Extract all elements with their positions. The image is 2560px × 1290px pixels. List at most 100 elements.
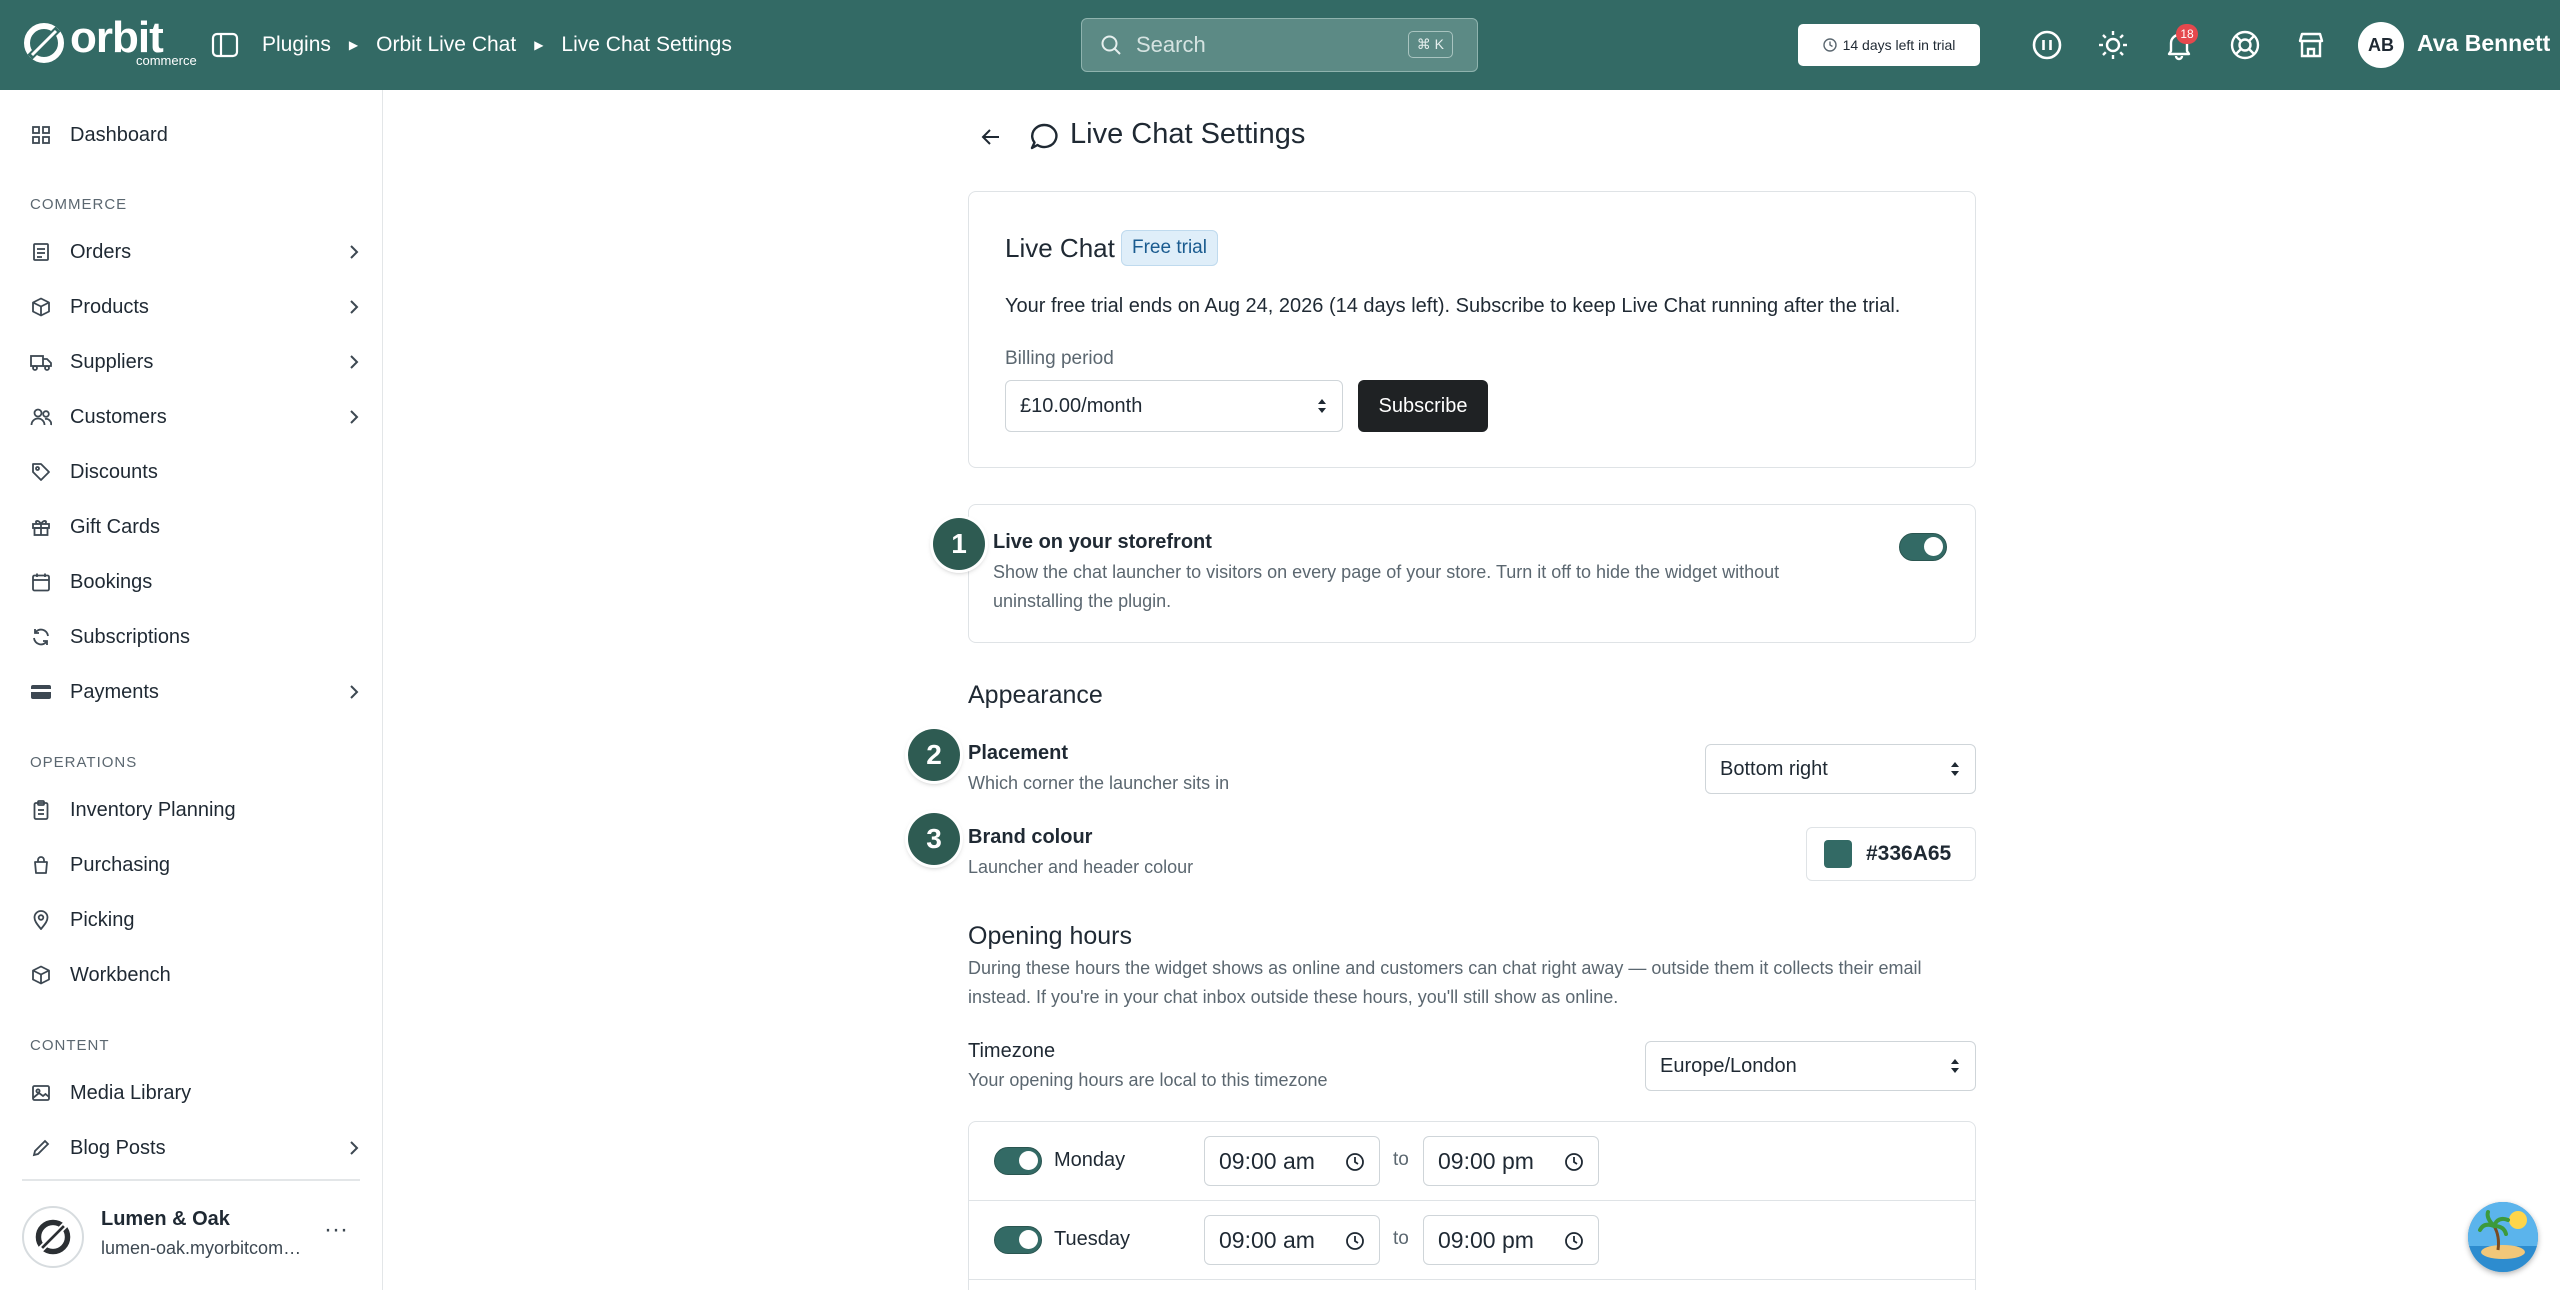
subscribe-button[interactable]: Subscribe: [1358, 380, 1488, 432]
notification-badge: 18: [2176, 24, 2198, 44]
closing-time-input[interactable]: 09:00 pm: [1423, 1215, 1599, 1265]
search-input[interactable]: [1136, 32, 1396, 58]
sidebar-item-products[interactable]: Products: [30, 287, 360, 327]
billing-period-select[interactable]: £10.00/month: [1005, 380, 1343, 432]
sidebar-item-label: Gift Cards: [70, 515, 161, 538]
chat-bubble-icon: [1028, 121, 1060, 158]
truck-icon: [30, 351, 52, 373]
day-enabled-toggle[interactable]: [994, 1147, 1042, 1175]
breadcrumb-plugins[interactable]: Plugins: [262, 33, 331, 57]
sidebar-section-content: CONTENT: [30, 1037, 110, 1054]
opening-time-input[interactable]: 09:00 am: [1204, 1215, 1380, 1265]
sidebar-item-inventory-planning[interactable]: Inventory Planning: [30, 790, 360, 830]
sidebar-item-label: Discounts: [70, 460, 158, 483]
user-avatar[interactable]: AB: [2358, 22, 2404, 68]
back-arrow-icon[interactable]: [976, 122, 1006, 152]
user-name[interactable]: Ava Bennett: [2417, 30, 2550, 57]
sidebar-item-label: Orders: [70, 240, 132, 263]
store-more-menu-icon[interactable]: ···: [324, 1216, 348, 1244]
sidebar-item-workbench[interactable]: Workbench: [30, 955, 360, 995]
sun-icon[interactable]: [2095, 27, 2131, 63]
plan-card-title: Live Chat: [1005, 233, 1115, 263]
calendar-icon: [30, 571, 52, 593]
storefront-title: Live on your storefront: [993, 531, 1212, 553]
breadcrumb-separator-icon: ▶: [348, 38, 359, 52]
image-icon: [30, 1082, 52, 1104]
opening-hours-table: Monday 09:00 am to 09:00 pm Tuesday 09:0…: [968, 1121, 1976, 1290]
sidebar-item-discounts[interactable]: Discounts: [30, 452, 360, 492]
sidebar-item-media-library[interactable]: Media Library: [30, 1073, 360, 1113]
sidebar-item-purchasing[interactable]: Purchasing: [30, 845, 360, 885]
opening-hours-heading: Opening hours: [968, 922, 1133, 950]
appearance-heading: Appearance: [968, 681, 1103, 709]
chevron-right-icon: [350, 685, 359, 699]
store-icon[interactable]: [2293, 27, 2329, 63]
hours-row-monday: Monday 09:00 am to 09:00 pm: [969, 1122, 1975, 1201]
clock-icon: [1822, 38, 1837, 52]
clock-icon[interactable]: [1564, 1231, 1584, 1251]
opening-time-input[interactable]: 09:00 am: [1204, 1136, 1380, 1186]
sidebar-item-label: Dashboard: [70, 123, 168, 146]
breadcrumb-orbit-live-chat[interactable]: Orbit Live Chat: [376, 33, 516, 57]
billing-period-value: £10.00/month: [1020, 394, 1143, 417]
to-label: to: [1393, 1228, 1409, 1249]
sidebar-item-customers[interactable]: Customers: [30, 397, 360, 437]
store-name[interactable]: Lumen & Oak: [101, 1208, 230, 1231]
step-marker-2: 2: [908, 729, 960, 781]
pause-circle-icon[interactable]: [2029, 27, 2065, 63]
select-updown-icon: [1318, 399, 1326, 413]
gift-icon: [30, 516, 52, 538]
cart-icon: [30, 854, 52, 876]
sidebar-item-label: Products: [70, 295, 149, 318]
sidebar-item-gift-cards[interactable]: Gift Cards: [30, 507, 360, 547]
brand-colour-picker[interactable]: #336A65: [1806, 827, 1976, 881]
sidebar-item-label: Inventory Planning: [70, 798, 236, 821]
assistant-launcher-button[interactable]: [2468, 1202, 2538, 1272]
sidebar-item-subscriptions[interactable]: Subscriptions: [30, 617, 360, 657]
card-icon: [30, 681, 52, 703]
sidebar-item-dashboard[interactable]: Dashboard: [30, 115, 360, 155]
sidebar-item-label: Payments: [70, 680, 159, 703]
timezone-value: Europe/London: [1660, 1054, 1797, 1077]
placement-select[interactable]: Bottom right: [1705, 744, 1976, 794]
timezone-title: Timezone: [968, 1040, 1056, 1062]
clock-icon[interactable]: [1564, 1152, 1584, 1172]
sidebar-toggle-icon[interactable]: [210, 30, 240, 60]
trial-status-text: 14 days left in trial: [1842, 37, 1956, 53]
opening-hours-description: During these hours the widget shows as o…: [968, 958, 1922, 1007]
trial-description: Your free trial ends on Aug 24, 2026 (14…: [1005, 295, 1901, 317]
store-avatar[interactable]: [22, 1206, 84, 1268]
sidebar: Dashboard COMMERCE Orders Products Suppl…: [0, 90, 383, 1290]
placement-title: Placement: [968, 742, 1069, 764]
step-marker-1: 1: [933, 518, 985, 570]
sidebar-item-suppliers[interactable]: Suppliers: [30, 342, 360, 382]
cube-icon: [30, 964, 52, 986]
closing-time-input[interactable]: 09:00 pm: [1423, 1136, 1599, 1186]
brand-colour-swatch: [1824, 840, 1852, 868]
chevron-right-icon: [350, 245, 359, 259]
day-enabled-toggle[interactable]: [994, 1226, 1042, 1254]
orders-icon: [30, 241, 52, 263]
clock-icon[interactable]: [1345, 1231, 1365, 1251]
global-search[interactable]: ⌘ K: [1081, 18, 1478, 72]
dashboard-icon: [30, 124, 52, 146]
map-pin-icon: [30, 909, 52, 931]
search-shortcut: ⌘ K: [1407, 31, 1453, 58]
trial-status-pill[interactable]: 14 days left in trial: [1798, 24, 1980, 66]
storefront-live-toggle[interactable]: [1899, 533, 1947, 561]
help-lifebuoy-icon[interactable]: [2227, 27, 2263, 63]
sidebar-item-bookings[interactable]: Bookings: [30, 562, 360, 602]
sidebar-item-blog-posts[interactable]: Blog Posts: [30, 1128, 360, 1168]
orbit-logo[interactable]: orbit commerce: [22, 16, 197, 68]
clock-icon[interactable]: [1345, 1152, 1365, 1172]
timezone-select[interactable]: Europe/London: [1645, 1041, 1976, 1091]
select-updown-icon: [1951, 762, 1959, 776]
sidebar-item-orders[interactable]: Orders: [30, 232, 360, 272]
sidebar-item-payments[interactable]: Payments: [30, 672, 360, 712]
sidebar-section-commerce: COMMERCE: [30, 196, 128, 213]
step-marker-3: 3: [908, 813, 960, 865]
pen-icon: [30, 1137, 52, 1159]
page-title: Live Chat Settings: [1070, 118, 1306, 150]
sidebar-item-picking[interactable]: Picking: [30, 900, 360, 940]
timezone-description: Your opening hours are local to this tim…: [968, 1070, 1328, 1090]
